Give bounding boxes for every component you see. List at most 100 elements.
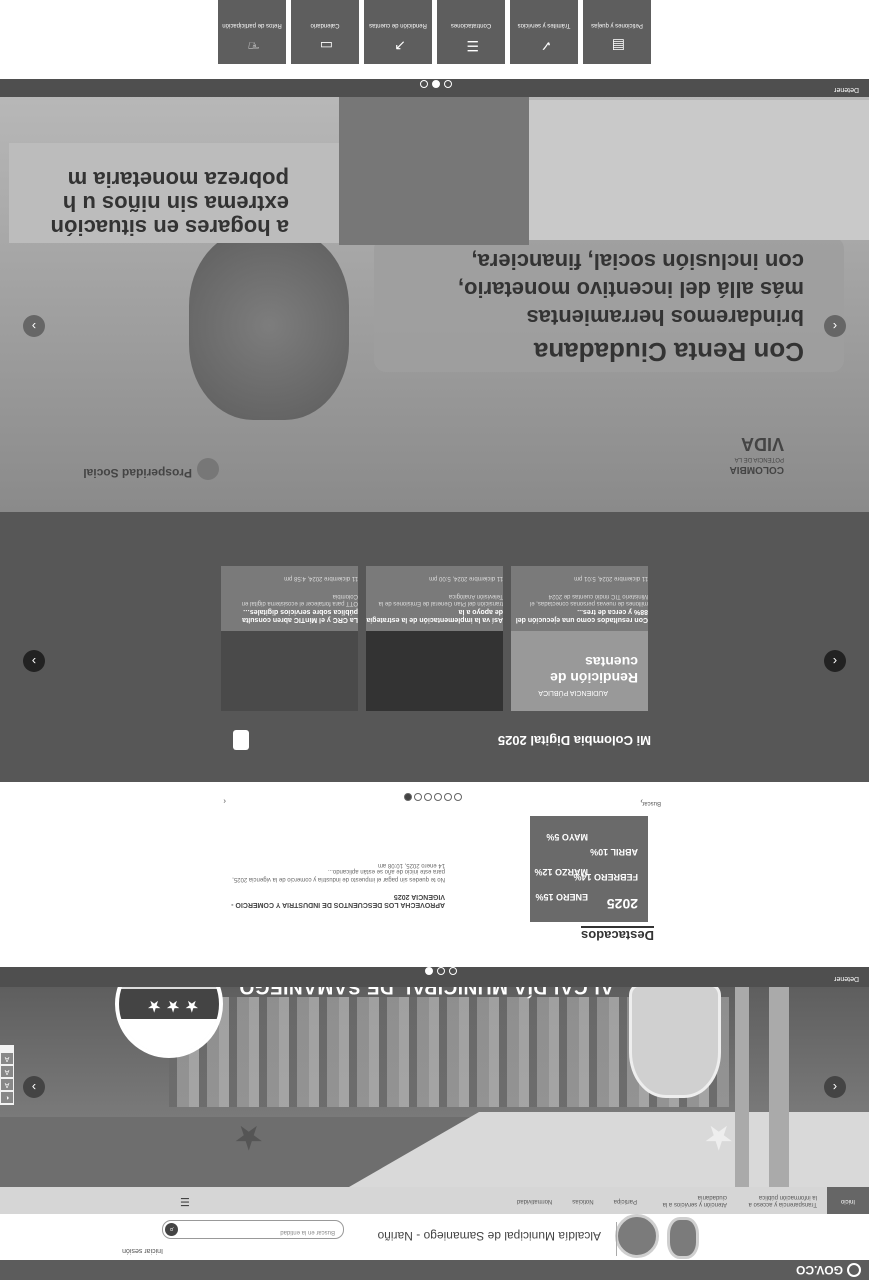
tile-tramites[interactable]: ✓ Trámites y servicios [510, 0, 578, 64]
star-icon: ★ [703, 1118, 734, 1156]
quick-access-section [0, 0, 869, 79]
hero-tower [769, 987, 789, 1187]
banner-line-7: pobreza monetaria m [67, 167, 289, 192]
govco-label[interactable]: GOV.CO [796, 1263, 843, 1277]
banner-line-2: brindaremos herramientas [526, 305, 804, 330]
news-title[interactable]: APROVECHA LOS DESCUENTOS DE INDUSTRIA Y … [225, 892, 445, 908]
tile-peticiones[interactable]: ▤ Peticiones y quejas [583, 0, 651, 64]
card-date: 11 diciembre 2024, 5:00 pm [429, 575, 503, 581]
news-poster-image[interactable]: 2025 ENERO 15% FEBRERO 14% MARZO 12% ABR… [530, 816, 648, 922]
destacados-heading: Destacados [581, 926, 654, 943]
card-title[interactable]: Así va la implementación de la estrategi… [366, 607, 503, 623]
list-icon: ☰ [466, 38, 479, 54]
login-link[interactable]: Iniciar sesión [122, 1247, 163, 1254]
card-title[interactable]: La CRC y el MinTIC abren consulta públic… [221, 607, 358, 623]
tile-label: Peticiones y quejas [591, 22, 643, 28]
search-icon[interactable]: ⌕ [165, 1223, 178, 1236]
mcd-card[interactable]: Así va la implementación de la estrategi… [366, 566, 503, 711]
dot[interactable] [404, 793, 412, 801]
search-input[interactable]: Buscar en la entidad ⌕ [162, 1220, 344, 1239]
news-body: No te quedes sin pagar el impuesto de in… [232, 868, 445, 882]
nav-participa[interactable]: Participa [604, 1197, 647, 1204]
mcd-card[interactable]: La CRC y el MinTIC abren consulta públic… [221, 566, 358, 711]
prosperidad-social-logo-icon [197, 458, 219, 480]
tile-label: Contrataciones [450, 22, 492, 28]
colombia-label: COLOMBIA [729, 464, 784, 475]
nav-transparencia[interactable]: Transparencia y acceso a la información … [737, 1194, 827, 1208]
header-divider [616, 1222, 617, 1256]
tile-rendicion[interactable]: ↗ Rendición de cuentas [364, 0, 432, 64]
hero-tower [735, 987, 749, 1187]
hero-dot[interactable] [425, 967, 433, 975]
accessibility-toolbar: ◐ A A A [0, 1045, 14, 1105]
card-body: OTT para fortalecer el ecosistema digita… [241, 593, 358, 606]
tile-calendario[interactable]: ▭ Calendario [291, 0, 359, 64]
govco-bar: GOV.CO [0, 1260, 869, 1280]
poster-month: MARZO 12% [534, 867, 588, 877]
banner-prev-arrow[interactable]: ‹ [824, 315, 846, 337]
hero-prev-arrow[interactable]: ‹ [824, 1076, 846, 1098]
hero-dot[interactable] [449, 967, 457, 975]
municipal-shield-icon [629, 984, 721, 1098]
dot[interactable] [414, 793, 422, 801]
banner-line-3: más allá del incentivo monetario, [458, 277, 804, 302]
dot[interactable] [444, 793, 452, 801]
potencia-label: POTENCIA DE LA [734, 456, 784, 462]
font-reset-button[interactable]: A [1, 1053, 13, 1064]
banana-image [189, 230, 349, 420]
nav-normatividad[interactable]: Normatividad [507, 1197, 562, 1204]
mcd-card[interactable]: AUDIENCIA PÚBLICA Rendición de cuentas C… [511, 566, 648, 711]
banner-next-arrow[interactable]: › [23, 315, 45, 337]
banner-dot[interactable] [444, 80, 452, 88]
poster-month: MAYO 5% [546, 832, 588, 842]
chart-icon: ↗ [394, 38, 406, 54]
dot[interactable] [424, 793, 432, 801]
search-placeholder: Buscar en la entidad [280, 1229, 335, 1235]
tile-label: Rendición de cuentas [369, 22, 427, 28]
banner-dot[interactable] [420, 80, 428, 88]
card-image [221, 631, 358, 711]
banner-line-6: extrema sin niños u h [62, 191, 289, 216]
banner-photo-child [529, 100, 869, 240]
main-nav: Inicio Transparencia y acceso a la infor… [0, 1187, 869, 1214]
card-image-caption: AUDIENCIA PÚBLICA [538, 689, 608, 696]
card-body: millones de nuevas personas conectadas, … [529, 593, 648, 606]
card-image [366, 631, 503, 711]
tile-label: Trámites y servicios [517, 22, 571, 28]
poster-year: 2025 [606, 896, 638, 912]
tile-label: Calendario [310, 22, 340, 28]
card-image-title: Rendición de cuentas [550, 654, 638, 686]
tile-contrataciones[interactable]: ☰ Contrataciones [437, 0, 505, 64]
nav-atencion[interactable]: Atención y servicios a la ciudadanía [647, 1194, 737, 1208]
vida-label: VIDA [740, 434, 784, 454]
banner-stop-button[interactable]: Detener [834, 86, 859, 93]
mcd-next-arrow[interactable]: › [23, 650, 45, 672]
tile-label: Retos de participación [222, 22, 282, 28]
tile-retos[interactable]: ☜ Retos de participación [218, 0, 286, 64]
hero-stop-button[interactable]: Detener [834, 975, 859, 982]
destacados-dots [403, 788, 463, 806]
banner-dot[interactable] [432, 80, 440, 88]
municipal-seal-icon [667, 1217, 699, 1259]
font-increase-button[interactable]: A [1, 1066, 13, 1077]
mcd-prev-arrow[interactable]: ‹ [824, 650, 846, 672]
site-title[interactable]: Alcaldía Municipal de Samaniego - Nariño [378, 1229, 601, 1243]
poster-month: ABRIL 10% [590, 847, 638, 857]
contrast-button[interactable]: ◐ [1, 1092, 13, 1103]
hero-dot[interactable] [437, 967, 445, 975]
nav-home[interactable]: Inicio [826, 1187, 869, 1214]
destacados-prev-arrow[interactable]: ‹ [223, 797, 226, 806]
calendar-icon: ▭ [319, 38, 333, 54]
font-decrease-button[interactable]: A [1, 1079, 13, 1090]
hero-next-arrow[interactable]: › [23, 1076, 45, 1098]
destacados-search-link[interactable]: Buscar [642, 800, 661, 806]
hamburger-icon[interactable]: ☰ [170, 1195, 200, 1207]
nav-noticias[interactable]: Noticias [562, 1197, 603, 1204]
banner-line-5: a hogares en situación [50, 215, 289, 240]
star-icon: ★ [233, 1118, 264, 1156]
municipal-flag-logo-icon[interactable] [615, 1214, 659, 1258]
dot[interactable] [454, 793, 462, 801]
hand-icon: ☜ [247, 38, 260, 54]
card-title[interactable]: Con resultados como una ejecución del 88… [511, 607, 648, 623]
dot[interactable] [434, 793, 442, 801]
